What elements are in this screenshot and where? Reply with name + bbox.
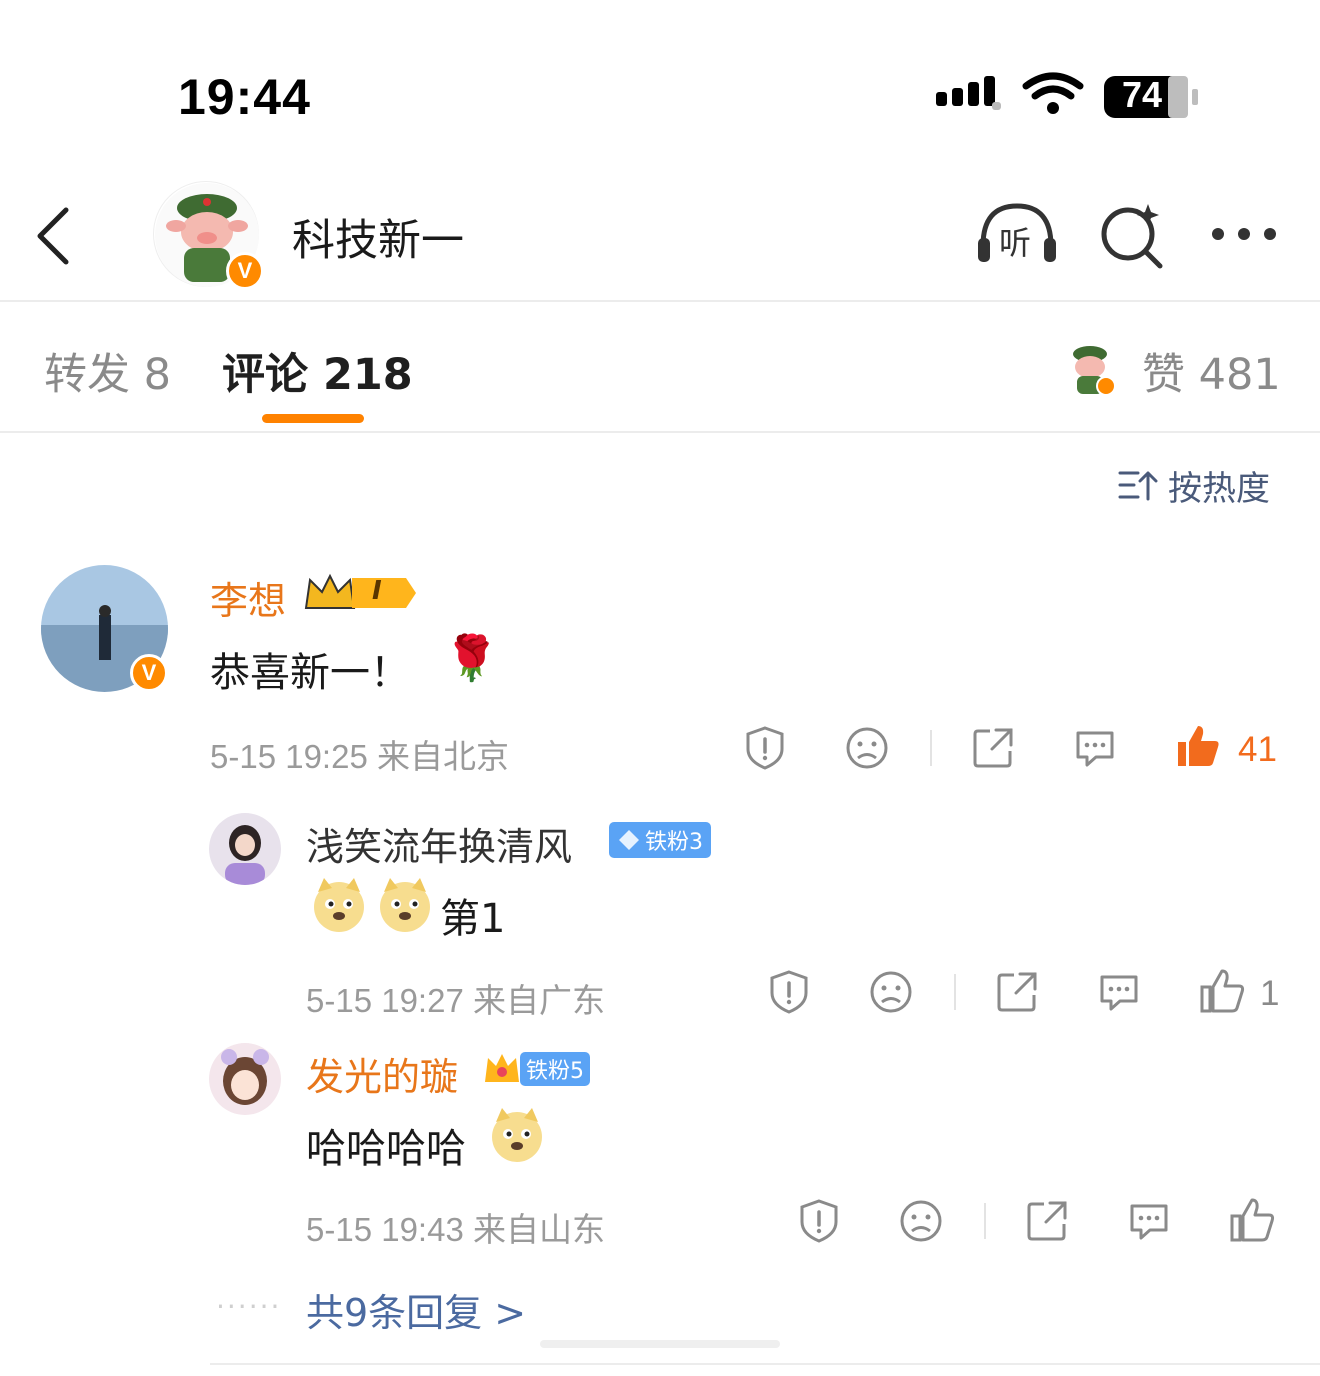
reply-dots-divider: ······ [216,1290,282,1323]
crown-level-label: I [372,576,382,606]
share-icon [997,972,1037,1012]
reply-text: 哈哈哈哈 [306,1126,466,1172]
diamond-icon [619,830,639,850]
like-button[interactable] [1198,967,1246,1015]
reply-text: 第1 [440,896,506,942]
likes-avatar [1062,340,1118,396]
reply-avatar[interactable] [209,813,281,885]
crown-level-badge: I [302,572,420,614]
tab-likes[interactable]: 赞 481 [1142,340,1281,402]
back-button[interactable] [30,200,80,270]
sort-button[interactable]: 按热度 [1118,460,1278,510]
report-button[interactable] [766,969,812,1015]
dislike-button[interactable] [868,969,914,1015]
signal-wifi-battery-icons [936,72,1198,118]
fan-badge-label: 铁粉5 [526,1059,584,1084]
reply-button[interactable] [1126,1198,1172,1244]
thumbs-up-filled-icon [1178,726,1219,766]
action-divider [984,1203,986,1239]
comment-username[interactable]: 李想 [210,570,286,625]
action-divider [954,974,956,1010]
comment-bubble-icon [1130,1204,1168,1240]
report-button[interactable] [742,725,788,771]
doge-emoji-icon [310,876,370,936]
reply-username[interactable]: 发光的璇 [306,1046,458,1101]
share-button[interactable] [994,969,1040,1015]
comment-text: 恭喜新一！ [210,650,410,696]
header-divider [0,300,1320,302]
verified-badge-icon: V [130,654,168,692]
sad-face-icon [900,1200,942,1242]
bottom-divider [210,1363,1320,1365]
doge-emoji-icon [376,876,436,936]
reply-button[interactable] [1096,969,1142,1015]
dislike-button[interactable] [844,725,890,771]
cartoon-girl-avatar-icon [209,1043,281,1115]
more-replies-link[interactable]: 共9条回复 > [306,1282,526,1337]
comment-meta: 5-15 19:25 来自北京 [210,738,509,775]
status-time: 19:44 [178,69,311,125]
tabs-divider [0,431,1320,433]
blur-watermark-icon [540,1340,780,1348]
fan-badge-label: 铁粉3 [645,830,703,855]
more-dots-icon [1212,228,1276,240]
share-button[interactable] [1024,1198,1070,1244]
search-sparkle-icon [1101,204,1163,269]
like-count: 1 [1260,974,1280,1013]
reply-username[interactable]: 浅笑流年换清风 [306,816,572,871]
sad-face-icon [846,727,888,769]
account-avatar[interactable]: V [153,181,264,290]
fan-badge: 铁粉5 [520,1052,590,1086]
shield-exclaim-icon [800,1199,838,1243]
pig-soldier-avatar-icon [1073,346,1116,396]
report-button[interactable] [796,1198,842,1244]
sort-icon [1118,471,1158,501]
crown-icon [304,573,416,609]
listen-label: 听 [999,224,1032,262]
active-tab-indicator [262,414,364,423]
like-button[interactable] [1228,1196,1276,1244]
verified-badge-icon: V [226,252,264,290]
search-button[interactable] [1098,200,1164,270]
dislike-button[interactable] [898,1198,944,1244]
status-indicators: 74 [936,72,1206,122]
action-divider [930,730,932,766]
more-button[interactable] [1208,218,1280,250]
crown-icon [482,1048,522,1088]
thumbs-up-icon [1200,969,1245,1013]
fan-badge: 铁粉3 [609,822,711,858]
reply-button[interactable] [1072,725,1118,771]
user-photo-avatar-icon [209,813,281,885]
sort-label: 按热度 [1168,468,1270,509]
like-button[interactable] [1174,722,1222,770]
account-name[interactable]: 科技新一 [292,206,464,268]
shield-exclaim-icon [770,970,808,1014]
thumbs-up-icon [1230,1198,1275,1242]
tab-repost[interactable]: 转发 8 [44,340,171,402]
reply-meta: 5-15 19:43 来自山东 [306,1211,605,1248]
shield-exclaim-icon [746,726,784,770]
rose-emoji: 🌹 [444,633,499,684]
comment-bubble-icon [1100,975,1138,1011]
share-button[interactable] [970,725,1016,771]
like-count: 41 [1238,730,1277,769]
reply-avatar[interactable] [209,1043,281,1115]
sad-face-icon [870,971,912,1013]
share-icon [973,728,1013,768]
reply-meta: 5-15 19:27 来自广东 [306,982,605,1019]
comment-bubble-icon [1076,731,1114,767]
doge-emoji-icon [488,1106,548,1166]
share-icon [1027,1201,1067,1241]
battery-level: 74 [1122,74,1163,115]
tab-comments[interactable]: 评论 218 [222,340,413,402]
chevron-left-icon [37,207,69,265]
listen-button[interactable]: 听 [975,200,1059,270]
watermark [540,1330,780,1356]
